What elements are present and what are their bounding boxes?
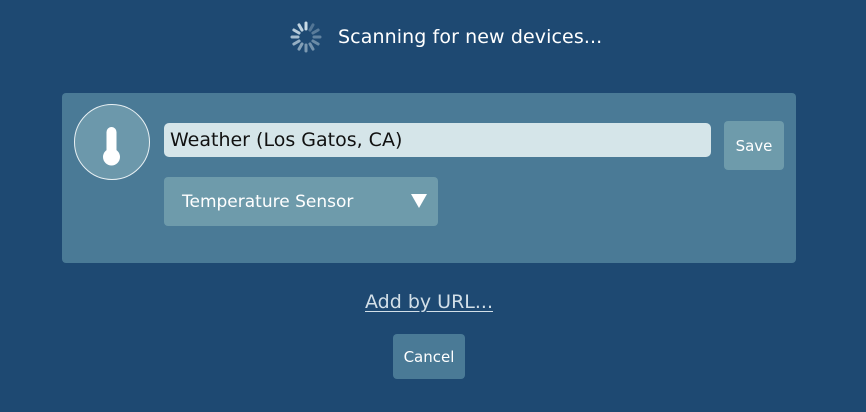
device-card: Save Temperature Sensor: [62, 93, 796, 263]
loading-spinner-icon: [290, 21, 322, 53]
scan-status-text: Scanning for new devices...: [338, 26, 603, 48]
add-by-url-link[interactable]: Add by URL...: [0, 291, 858, 313]
thermometer-icon: [103, 127, 120, 166]
device-type-selected-label: Temperature Sensor: [182, 191, 354, 212]
device-type-select[interactable]: Temperature Sensor: [164, 177, 438, 226]
triangle-down-icon: [411, 194, 427, 208]
cancel-button[interactable]: Cancel: [393, 334, 465, 379]
device-icon-circle: [74, 104, 150, 180]
device-name-input[interactable]: [164, 123, 711, 157]
scan-status: Scanning for new devices...: [289, 20, 602, 54]
save-button[interactable]: Save: [724, 121, 784, 170]
